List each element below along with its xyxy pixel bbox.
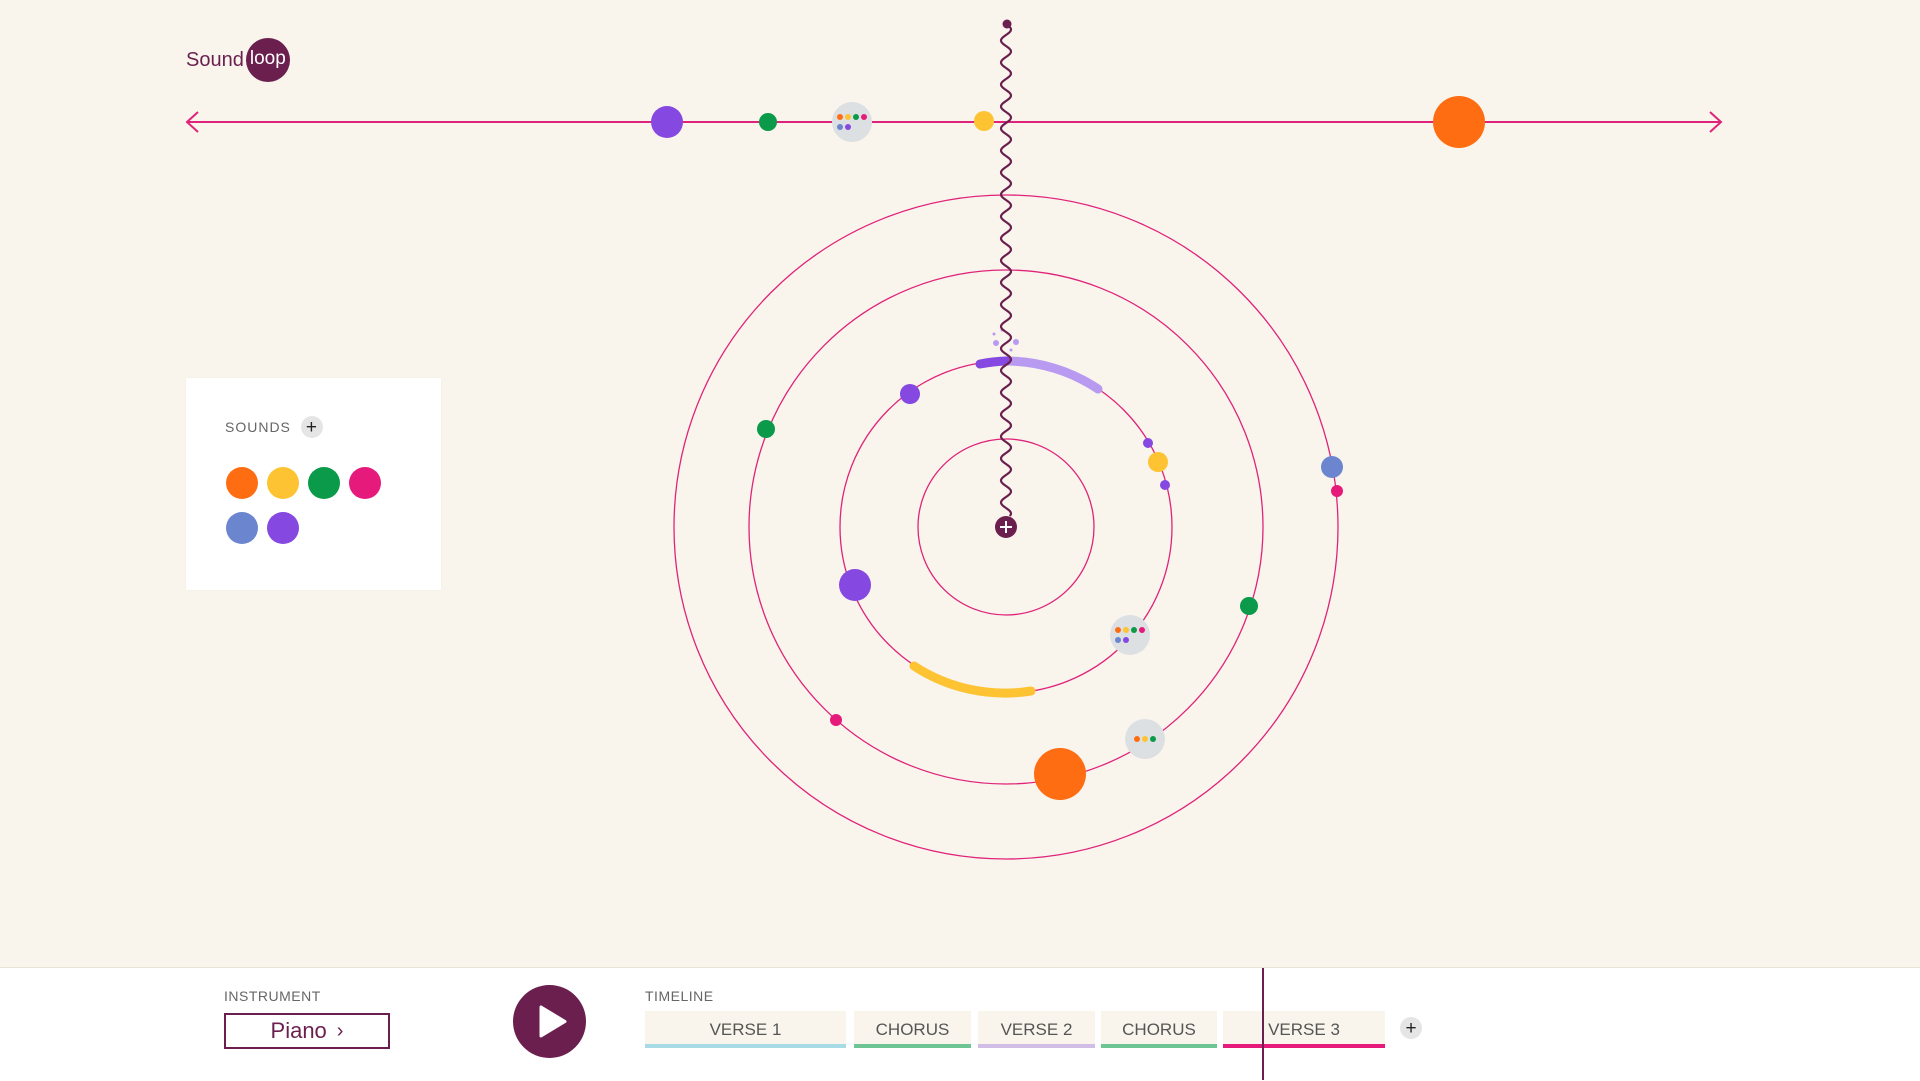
segment-label: CHORUS (875, 1019, 950, 1039)
segment-label: VERSE 3 (1268, 1019, 1340, 1039)
orbit-dot-purple[interactable] (900, 384, 920, 404)
orbit-dot-green[interactable] (1240, 597, 1258, 615)
instrument-value: Piano (270, 1018, 327, 1043)
sound-swatch-yellow[interactable] (267, 467, 299, 499)
center-add-button[interactable] (995, 516, 1017, 538)
sounds-header: SOUNDS + (225, 416, 323, 438)
loop-playhead-wave (999, 19, 1013, 517)
segment-color-bar (645, 1044, 846, 1048)
orbit-dot-small-purple[interactable] (1143, 438, 1153, 448)
orbit-dot-yellow[interactable] (1148, 452, 1168, 472)
orbit-group-dot[interactable] (1110, 615, 1150, 655)
orbit-dot-green[interactable] (757, 420, 775, 438)
sound-swatch-blue[interactable] (226, 512, 258, 544)
purple-arc-dark[interactable] (975, 356, 1011, 369)
play-icon (539, 1005, 567, 1038)
timeline-dot-purple[interactable] (651, 106, 683, 138)
orbit-dot-small-purple[interactable] (1160, 480, 1170, 490)
timeline-group-dot[interactable] (832, 102, 872, 142)
segment-color-bar (978, 1044, 1095, 1048)
orbit-dot-pink[interactable] (1331, 485, 1343, 497)
sound-swatch-orange[interactable] (226, 467, 258, 499)
sounds-title: SOUNDS (225, 419, 291, 435)
timeline-segment-chorus[interactable]: CHORUS (854, 1011, 971, 1048)
timeline-dot-orange[interactable] (1433, 96, 1485, 148)
segment-color-bar (1101, 1044, 1217, 1048)
segment-label: VERSE 1 (709, 1019, 782, 1039)
timeline-dot-green[interactable] (759, 113, 777, 131)
sound-swatch-green[interactable] (308, 467, 340, 499)
timeline-playhead[interactable] (1262, 968, 1264, 1080)
instrument-label: INSTRUMENT (224, 988, 321, 1004)
orbit-group-dot[interactable] (1125, 719, 1165, 759)
timeline-segment-verse-1[interactable]: VERSE 1 (645, 1011, 846, 1048)
sounds-panel: SOUNDS + (186, 378, 441, 590)
horizontal-timeline (185, 111, 1723, 133)
play-button[interactable] (513, 985, 586, 1058)
segment-color-bar (854, 1044, 971, 1048)
timeline-segment-verse-2[interactable]: VERSE 2 (978, 1011, 1095, 1048)
segment-label: VERSE 2 (1000, 1019, 1073, 1039)
orbit-dot-purple-large[interactable] (839, 569, 871, 601)
timeline-segment-verse-3[interactable]: VERSE 3 (1223, 1011, 1385, 1048)
timeline-segment-chorus[interactable]: CHORUS (1101, 1011, 1217, 1048)
chevron-right-icon: › (336, 1019, 344, 1042)
orbit-dot-blue[interactable] (1321, 456, 1343, 478)
sound-swatch-pink[interactable] (349, 467, 381, 499)
orbit-dot-orange-large[interactable] (1034, 748, 1086, 800)
timeline-dot-yellow[interactable] (974, 111, 994, 131)
purple-arc-light[interactable] (1001, 356, 1103, 394)
segment-color-bar (1223, 1044, 1385, 1048)
sound-swatch-purple[interactable] (267, 512, 299, 544)
segment-label: CHORUS (1122, 1019, 1196, 1039)
add-segment-button[interactable]: + (1400, 1017, 1422, 1039)
orbit-dot-pink[interactable] (830, 714, 842, 726)
instrument-select-button[interactable]: Piano › (224, 1013, 390, 1049)
add-sound-button[interactable]: + (300, 416, 323, 438)
timeline-label: TIMELINE (645, 988, 714, 1004)
yellow-arc[interactable] (909, 661, 1036, 698)
